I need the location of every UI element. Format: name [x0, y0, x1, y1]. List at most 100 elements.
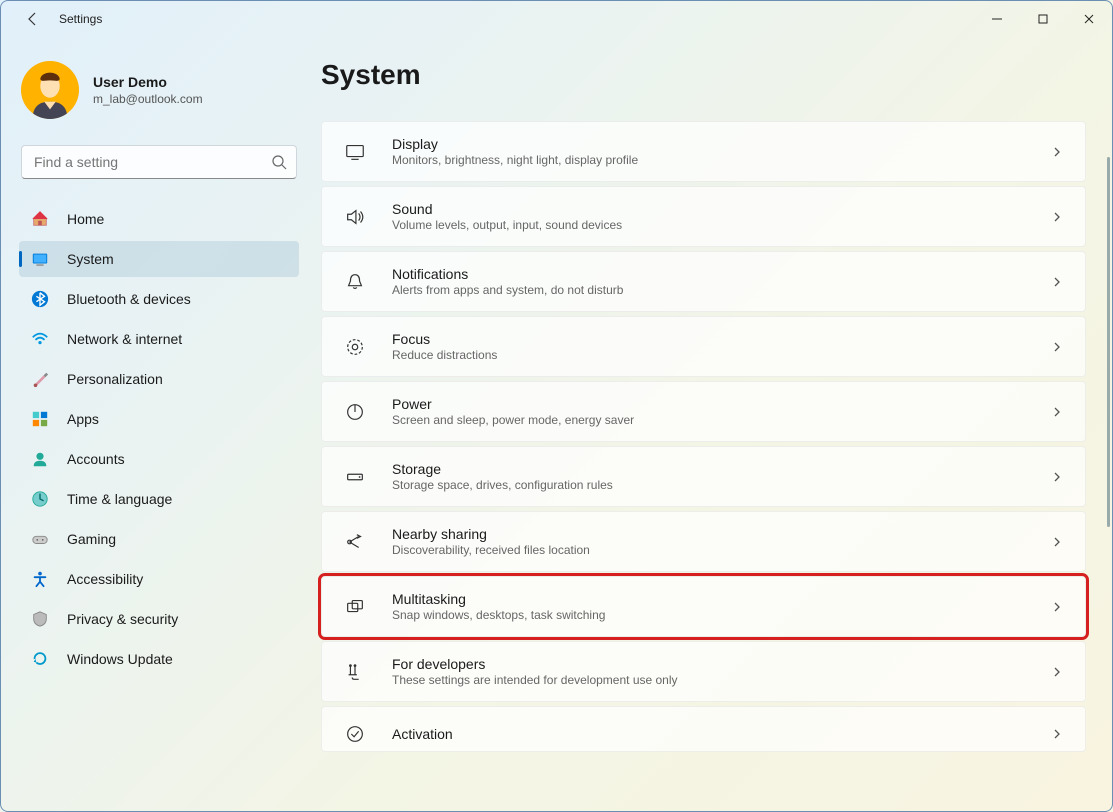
clock-globe-icon — [31, 490, 49, 508]
nav-accounts[interactable]: Accounts — [19, 441, 299, 477]
nav-windows-update[interactable]: Windows Update — [19, 641, 299, 677]
nav-apps[interactable]: Apps — [19, 401, 299, 437]
page-title: System — [321, 59, 1086, 91]
paintbrush-icon — [31, 370, 49, 388]
nav-privacy[interactable]: Privacy & security — [19, 601, 299, 637]
nav-network[interactable]: Network & internet — [19, 321, 299, 357]
main-inner: System DisplayMonitors, brightness, nigh… — [311, 37, 1106, 811]
card-title: Nearby sharing — [392, 526, 1031, 542]
scrollbar[interactable] — [1106, 37, 1110, 811]
profile-block[interactable]: User Demo m_lab@outlook.com — [19, 61, 299, 145]
nav-label: Network & internet — [67, 331, 182, 347]
card-subtitle: Discoverability, received files location — [392, 543, 1031, 557]
chevron-right-icon — [1051, 727, 1065, 741]
nav-label: Home — [67, 211, 104, 227]
sound-icon — [342, 204, 368, 230]
card-title: Power — [392, 396, 1031, 412]
apps-icon — [31, 410, 49, 428]
chevron-right-icon — [1051, 340, 1065, 354]
avatar — [21, 61, 79, 119]
card-subtitle: Monitors, brightness, night light, displ… — [392, 153, 1031, 167]
nav-home[interactable]: Home — [19, 201, 299, 237]
card-multitasking[interactable]: MultitaskingSnap windows, desktops, task… — [321, 576, 1086, 637]
minimize-button[interactable] — [974, 1, 1020, 37]
card-title: Sound — [392, 201, 1031, 217]
card-title: Focus — [392, 331, 1031, 347]
card-title: Multitasking — [392, 591, 1031, 607]
chevron-right-icon — [1051, 600, 1065, 614]
person-icon — [31, 450, 49, 468]
nav-label: Windows Update — [67, 651, 173, 667]
chevron-right-icon — [1051, 210, 1065, 224]
nav-bluetooth[interactable]: Bluetooth & devices — [19, 281, 299, 317]
card-sound[interactable]: SoundVolume levels, output, input, sound… — [321, 186, 1086, 247]
window-controls — [974, 1, 1112, 37]
gamepad-icon — [31, 530, 49, 548]
nav-label: Apps — [67, 411, 99, 427]
scrollbar-thumb[interactable] — [1107, 157, 1110, 527]
close-button[interactable] — [1066, 1, 1112, 37]
chevron-right-icon — [1051, 665, 1065, 679]
window-title: Settings — [59, 12, 102, 26]
nav-personalization[interactable]: Personalization — [19, 361, 299, 397]
titlebar: Settings — [1, 1, 1112, 37]
titlebar-left: Settings — [1, 11, 974, 27]
chevron-right-icon — [1051, 535, 1065, 549]
main: System DisplayMonitors, brightness, nigh… — [311, 37, 1112, 811]
card-subtitle: Snap windows, desktops, task switching — [392, 608, 1031, 622]
nav-label: System — [67, 251, 114, 267]
card-power[interactable]: PowerScreen and sleep, power mode, energ… — [321, 381, 1086, 442]
search-input[interactable] — [21, 145, 297, 179]
nav-accessibility[interactable]: Accessibility — [19, 561, 299, 597]
card-subtitle: Alerts from apps and system, do not dist… — [392, 283, 1031, 297]
back-button[interactable] — [25, 11, 41, 27]
nav-label: Bluetooth & devices — [67, 291, 191, 307]
chevron-right-icon — [1051, 145, 1065, 159]
card-for-developers[interactable]: For developersThese settings are intende… — [321, 641, 1086, 702]
share-icon — [342, 529, 368, 555]
nav-system[interactable]: System — [19, 241, 299, 277]
multitasking-icon — [342, 594, 368, 620]
chevron-right-icon — [1051, 405, 1065, 419]
focus-icon — [342, 334, 368, 360]
card-title: Storage — [392, 461, 1031, 477]
nav-gaming[interactable]: Gaming — [19, 521, 299, 557]
card-subtitle: Volume levels, output, input, sound devi… — [392, 218, 1031, 232]
system-icon — [31, 250, 49, 268]
nav-label: Gaming — [67, 531, 116, 547]
nav-label: Accessibility — [67, 571, 143, 587]
card-title: Notifications — [392, 266, 1031, 282]
chevron-right-icon — [1051, 470, 1065, 484]
shield-icon — [31, 610, 49, 628]
dev-icon — [342, 659, 368, 685]
card-focus[interactable]: FocusReduce distractions — [321, 316, 1086, 377]
nav-label: Time & language — [67, 491, 172, 507]
card-title: Display — [392, 136, 1031, 152]
search-icon — [271, 154, 287, 170]
card-subtitle: Storage space, drives, configuration rul… — [392, 478, 1031, 492]
card-notifications[interactable]: NotificationsAlerts from apps and system… — [321, 251, 1086, 312]
card-subtitle: These settings are intended for developm… — [392, 673, 1031, 687]
update-icon — [31, 650, 49, 668]
card-nearby-sharing[interactable]: Nearby sharingDiscoverability, received … — [321, 511, 1086, 572]
nav: Home System Bluetooth & devices Network … — [19, 201, 299, 677]
nav-label: Privacy & security — [67, 611, 178, 627]
profile-name: User Demo — [93, 74, 203, 90]
card-storage[interactable]: StorageStorage space, drives, configurat… — [321, 446, 1086, 507]
bluetooth-icon — [31, 290, 49, 308]
app-container: User Demo m_lab@outlook.com Home Syste — [1, 37, 1112, 811]
card-title: For developers — [392, 656, 1031, 672]
profile-text: User Demo m_lab@outlook.com — [93, 74, 203, 106]
display-icon — [342, 139, 368, 165]
card-subtitle: Reduce distractions — [392, 348, 1031, 362]
accessibility-icon — [31, 570, 49, 588]
home-icon — [31, 210, 49, 228]
nav-time-language[interactable]: Time & language — [19, 481, 299, 517]
card-title: Activation — [392, 726, 1031, 742]
storage-icon — [342, 464, 368, 490]
maximize-button[interactable] — [1020, 1, 1066, 37]
card-display[interactable]: DisplayMonitors, brightness, night light… — [321, 121, 1086, 182]
sidebar: User Demo m_lab@outlook.com Home Syste — [1, 37, 311, 811]
search-box — [21, 145, 297, 179]
card-activation[interactable]: Activation — [321, 706, 1086, 752]
